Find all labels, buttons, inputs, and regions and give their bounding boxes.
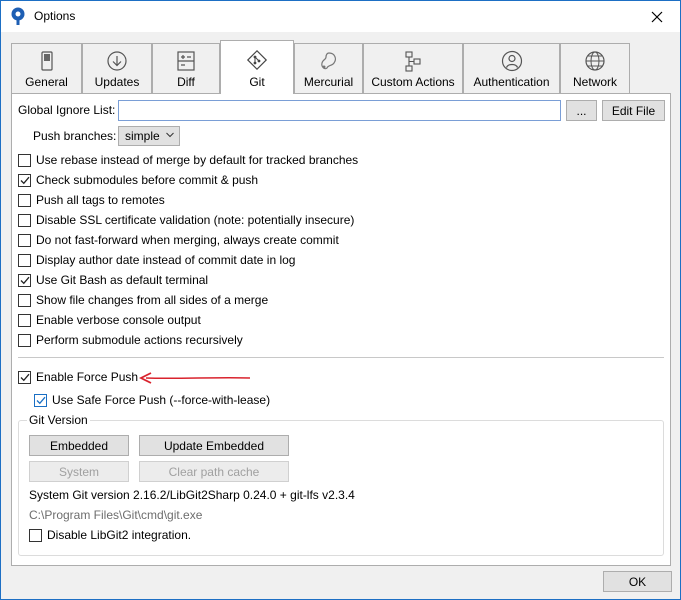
edit-file-button[interactable]: Edit File [602,100,665,121]
push-branches-select[interactable]: simple [118,126,180,146]
option-label: Use Safe Force Push (--force-with-lease) [52,393,271,407]
checkmark-icon [20,176,29,184]
checkmark-icon [36,396,45,404]
tab-label: Authentication [473,75,550,89]
globe-icon [585,51,605,71]
checkbox[interactable] [18,313,31,327]
option-label: Perform submodule actions recursively [36,333,243,347]
checkmark-icon [20,373,29,381]
window-title: Options [34,9,76,23]
tab-mercurial[interactable]: Mercurial [294,43,363,93]
checkbox[interactable] [18,273,31,287]
separator [18,357,664,358]
tab-diff[interactable]: Diff [152,43,220,93]
tab-network[interactable]: Network [560,43,630,93]
switch-icon [40,51,53,71]
tab-label: Git [249,75,265,89]
tab-general[interactable]: General [11,43,82,93]
user-icon [501,50,522,72]
push-branches-label: Push branches: [33,129,117,143]
checkbox[interactable] [18,253,31,267]
tab-authentication[interactable]: Authentication [463,43,560,93]
red-arrow-annotation [138,372,251,384]
tab-git[interactable]: Git [220,40,294,94]
option-label: Enable verbose console output [36,313,201,327]
option-submodule-recursive[interactable]: Perform submodule actions recursively [18,332,243,348]
option-safe-force-push[interactable]: Use Safe Force Push (--force-with-lease) [34,392,270,408]
tab-updates[interactable]: Updates [82,43,152,93]
option-label: Do not fast-forward when merging, always… [36,233,339,247]
option-use-rebase[interactable]: Use rebase instead of merge by default f… [18,152,358,168]
option-check-submodules[interactable]: Check submodules before commit & push [18,172,258,188]
git-icon [246,49,268,71]
download-icon [107,51,127,71]
checkbox[interactable] [18,293,31,307]
option-label: Disable SSL certificate validation (note… [36,213,355,227]
options-window: Options General Updates Diff Git Mercuri… [0,0,681,600]
checkbox[interactable] [18,333,31,347]
option-label: Use Git Bash as default terminal [36,273,209,287]
checkbox[interactable] [18,370,31,384]
git-version-title: Git Version [27,413,90,427]
title-bar: Options [1,1,680,32]
option-label: Show file changes from all sides of a me… [36,293,269,307]
update-embedded-button[interactable]: Update Embedded [139,435,289,456]
option-label: Disable LibGit2 integration. [47,528,192,542]
option-push-all-tags[interactable]: Push all tags to remotes [18,192,165,208]
checkbox[interactable] [18,153,31,167]
close-button[interactable] [634,1,680,32]
sourcetree-icon [11,7,25,25]
embedded-button[interactable]: Embedded [29,435,129,456]
option-label: Enable Force Push [36,370,139,384]
checkbox[interactable] [18,213,31,227]
checkmark-icon [20,276,29,284]
tab-label: Custom Actions [371,75,455,89]
push-branches-value: simple [125,129,160,143]
browse-button[interactable]: ... [566,100,597,121]
checkbox[interactable] [29,528,42,542]
tab-label: Network [572,75,617,89]
option-merge-file-changes[interactable]: Show file changes from all sides of a me… [18,292,268,308]
tab-label: Updates [94,75,140,89]
global-ignore-input[interactable] [118,100,561,121]
flow-icon [405,51,421,72]
option-no-fast-forward[interactable]: Do not fast-forward when merging, always… [18,232,339,248]
tab-label: General [25,75,68,89]
option-disable-ssl[interactable]: Disable SSL certificate validation (note… [18,212,354,228]
global-ignore-label: Global Ignore List: [18,103,116,117]
clear-path-cache-button[interactable]: Clear path cache [139,461,289,482]
option-author-date[interactable]: Display author date instead of commit da… [18,252,295,268]
git-path-text: C:\Program Files\Git\cmd\git.exe [29,508,203,522]
checkbox[interactable] [18,173,31,187]
option-label: Push all tags to remotes [36,193,165,207]
tab-custom-actions[interactable]: Custom Actions [363,43,463,93]
mercurial-icon [320,52,336,70]
close-icon [651,11,663,22]
option-label: Check submodules before commit & push [36,173,259,187]
option-disable-libgit2[interactable]: Disable LibGit2 integration. [29,527,191,543]
system-button[interactable]: System [29,461,129,482]
chevron-down-icon [166,132,174,138]
option-enable-force-push[interactable]: Enable Force Push [18,369,138,385]
option-label: Display author date instead of commit da… [36,253,296,267]
ok-button[interactable]: OK [603,571,672,592]
tab-label: Mercurial [303,75,354,89]
checkbox[interactable] [18,193,31,207]
git-version-text: System Git version 2.16.2/LibGit2Sharp 0… [29,488,355,502]
checkbox[interactable] [34,393,47,407]
checkbox[interactable] [18,233,31,247]
option-verbose-console[interactable]: Enable verbose console output [18,312,201,328]
option-git-bash-terminal[interactable]: Use Git Bash as default terminal [18,272,208,288]
option-label: Use rebase instead of merge by default f… [36,153,359,167]
tab-label: Diff [177,75,195,89]
diff-icon [177,51,195,71]
